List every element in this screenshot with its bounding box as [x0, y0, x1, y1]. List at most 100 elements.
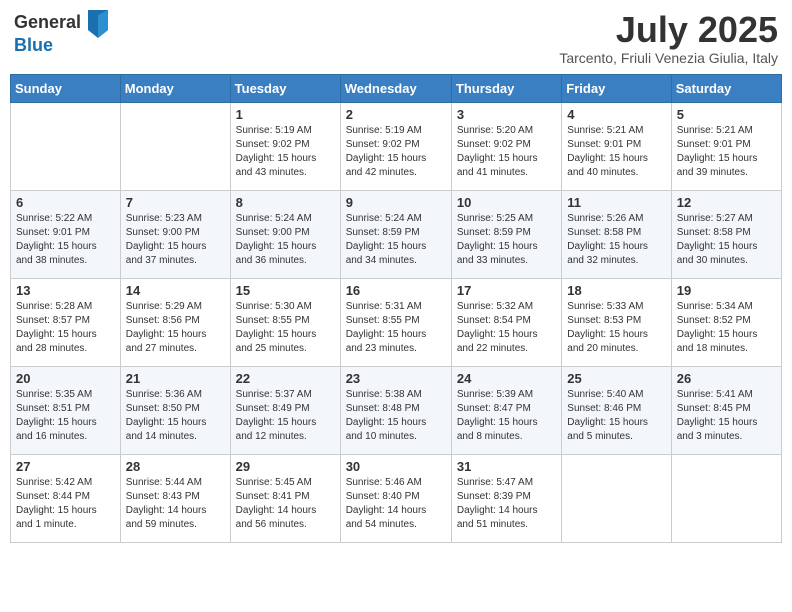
week-row-5: 27 Sunrise: 5:42 AM Sunset: 8:44 PM Dayli…: [11, 454, 782, 542]
day-number: 7: [126, 195, 225, 210]
calendar-cell: 19 Sunrise: 5:34 AM Sunset: 8:52 PM Dayli…: [671, 278, 781, 366]
calendar-cell: 12Sunrise: 5:27 AM Sunset: 8:58 PM Dayli…: [671, 190, 781, 278]
logo-icon: [88, 10, 108, 38]
day-info: Sunrise: 5:44 AM Sunset: 8:43 PM Dayligh…: [126, 476, 225, 532]
day-number: 10: [457, 195, 556, 210]
day-number: 6: [16, 195, 115, 210]
calendar-cell: 27 Sunrise: 5:42 AM Sunset: 8:44 PM Dayli…: [11, 454, 121, 542]
day-info: Sunrise: 5:47 AM Sunset: 8:39 PM Dayligh…: [457, 476, 556, 532]
logo-general: General: [14, 10, 108, 38]
day-number: 20: [16, 371, 115, 386]
calendar-cell: 22 Sunrise: 5:37 AM Sunset: 8:49 PM Dayli…: [230, 366, 340, 454]
day-info: Sunrise: 5:23 AM Sunset: 9:00 PM Dayligh…: [126, 212, 225, 268]
logo-general-label: General: [14, 12, 81, 32]
day-info: Sunrise: 5:29 AM Sunset: 8:56 PM Dayligh…: [126, 300, 225, 356]
day-number: 8: [236, 195, 335, 210]
calendar-cell: 26 Sunrise: 5:41 AM Sunset: 8:45 PM Dayli…: [671, 366, 781, 454]
calendar-cell: 11 Sunrise: 5:26 AM Sunset: 8:58 PM Dayli…: [562, 190, 671, 278]
day-info: Sunrise: 5:31 AM Sunset: 8:55 PM Dayligh…: [346, 300, 446, 356]
day-info: Sunrise: 5:39 AM Sunset: 8:47 PM Dayligh…: [457, 388, 556, 444]
day-number: 22: [236, 371, 335, 386]
week-row-1: 1 Sunrise: 5:19 AM Sunset: 9:02 PM Daylig…: [11, 102, 782, 190]
calendar-cell: 16Sunrise: 5:31 AM Sunset: 8:55 PM Dayli…: [340, 278, 451, 366]
day-number: 28: [126, 459, 225, 474]
calendar-cell: 31 Sunrise: 5:47 AM Sunset: 8:39 PM Dayli…: [451, 454, 561, 542]
day-number: 24: [457, 371, 556, 386]
calendar-cell: 25 Sunrise: 5:40 AM Sunset: 8:46 PM Dayli…: [562, 366, 671, 454]
day-info: Sunrise: 5:20 AM Sunset: 9:02 PM Dayligh…: [457, 124, 556, 180]
day-number: 15: [236, 283, 335, 298]
calendar-header-row: SundayMondayTuesdayWednesdayThursdayFrid…: [11, 74, 782, 102]
calendar-cell: [120, 102, 230, 190]
col-header-sunday: Sunday: [11, 74, 121, 102]
calendar-cell: 2Sunrise: 5:19 AM Sunset: 9:02 PM Daylig…: [340, 102, 451, 190]
day-info: Sunrise: 5:40 AM Sunset: 8:46 PM Dayligh…: [567, 388, 665, 444]
day-number: 9: [346, 195, 446, 210]
col-header-friday: Friday: [562, 74, 671, 102]
day-info: Sunrise: 5:35 AM Sunset: 8:51 PM Dayligh…: [16, 388, 115, 444]
calendar-cell: 10 Sunrise: 5:25 AM Sunset: 8:59 PM Dayli…: [451, 190, 561, 278]
col-header-saturday: Saturday: [671, 74, 781, 102]
day-info: Sunrise: 5:34 AM Sunset: 8:52 PM Dayligh…: [677, 300, 776, 356]
day-number: 25: [567, 371, 665, 386]
calendar-cell: 29Sunrise: 5:45 AM Sunset: 8:41 PM Dayli…: [230, 454, 340, 542]
day-number: 26: [677, 371, 776, 386]
calendar-cell: 4 Sunrise: 5:21 AM Sunset: 9:01 PM Daylig…: [562, 102, 671, 190]
day-number: 14: [126, 283, 225, 298]
week-row-4: 20 Sunrise: 5:35 AM Sunset: 8:51 PM Dayli…: [11, 366, 782, 454]
calendar-cell: 6 Sunrise: 5:22 AM Sunset: 9:01 PM Daylig…: [11, 190, 121, 278]
day-number: 21: [126, 371, 225, 386]
day-info: Sunrise: 5:21 AM Sunset: 9:01 PM Dayligh…: [567, 124, 665, 180]
logo-text: General Blue: [14, 10, 108, 56]
col-header-tuesday: Tuesday: [230, 74, 340, 102]
day-info: Sunrise: 5:45 AM Sunset: 8:41 PM Dayligh…: [236, 476, 335, 532]
calendar-cell: 28 Sunrise: 5:44 AM Sunset: 8:43 PM Dayli…: [120, 454, 230, 542]
location-subtitle: Tarcento, Friuli Venezia Giulia, Italy: [559, 50, 778, 66]
day-number: 30: [346, 459, 446, 474]
day-info: Sunrise: 5:42 AM Sunset: 8:44 PM Dayligh…: [16, 476, 115, 532]
day-info: Sunrise: 5:30 AM Sunset: 8:55 PM Dayligh…: [236, 300, 335, 356]
calendar-cell: 1 Sunrise: 5:19 AM Sunset: 9:02 PM Daylig…: [230, 102, 340, 190]
day-number: 31: [457, 459, 556, 474]
day-info: Sunrise: 5:33 AM Sunset: 8:53 PM Dayligh…: [567, 300, 665, 356]
day-number: 27: [16, 459, 115, 474]
day-number: 23: [346, 371, 446, 386]
day-info: Sunrise: 5:46 AM Sunset: 8:40 PM Dayligh…: [346, 476, 446, 532]
day-number: 4: [567, 107, 665, 122]
day-number: 12: [677, 195, 776, 210]
day-number: 18: [567, 283, 665, 298]
col-header-wednesday: Wednesday: [340, 74, 451, 102]
calendar-cell: 3 Sunrise: 5:20 AM Sunset: 9:02 PM Daylig…: [451, 102, 561, 190]
day-info: Sunrise: 5:41 AM Sunset: 8:45 PM Dayligh…: [677, 388, 776, 444]
day-number: 3: [457, 107, 556, 122]
calendar-cell: [562, 454, 671, 542]
day-info: Sunrise: 5:37 AM Sunset: 8:49 PM Dayligh…: [236, 388, 335, 444]
calendar-cell: 7 Sunrise: 5:23 AM Sunset: 9:00 PM Daylig…: [120, 190, 230, 278]
week-row-2: 6 Sunrise: 5:22 AM Sunset: 9:01 PM Daylig…: [11, 190, 782, 278]
day-info: Sunrise: 5:26 AM Sunset: 8:58 PM Dayligh…: [567, 212, 665, 268]
calendar-cell: [671, 454, 781, 542]
calendar-cell: 9 Sunrise: 5:24 AM Sunset: 8:59 PM Daylig…: [340, 190, 451, 278]
day-number: 1: [236, 107, 335, 122]
day-info: Sunrise: 5:22 AM Sunset: 9:01 PM Dayligh…: [16, 212, 115, 268]
day-info: Sunrise: 5:25 AM Sunset: 8:59 PM Dayligh…: [457, 212, 556, 268]
day-info: Sunrise: 5:19 AM Sunset: 9:02 PM Dayligh…: [346, 124, 446, 180]
logo-blue-label: Blue: [14, 36, 108, 56]
calendar-cell: [11, 102, 121, 190]
calendar-cell: 5Sunrise: 5:21 AM Sunset: 9:01 PM Daylig…: [671, 102, 781, 190]
day-info: Sunrise: 5:21 AM Sunset: 9:01 PM Dayligh…: [677, 124, 776, 180]
day-number: 11: [567, 195, 665, 210]
calendar-cell: 13Sunrise: 5:28 AM Sunset: 8:57 PM Dayli…: [11, 278, 121, 366]
day-number: 13: [16, 283, 115, 298]
day-info: Sunrise: 5:24 AM Sunset: 8:59 PM Dayligh…: [346, 212, 446, 268]
calendar-cell: 15 Sunrise: 5:30 AM Sunset: 8:55 PM Dayli…: [230, 278, 340, 366]
day-number: 19: [677, 283, 776, 298]
logo: General Blue: [14, 10, 108, 56]
day-info: Sunrise: 5:19 AM Sunset: 9:02 PM Dayligh…: [236, 124, 335, 180]
calendar-table: SundayMondayTuesdayWednesdayThursdayFrid…: [10, 74, 782, 543]
calendar-cell: 17Sunrise: 5:32 AM Sunset: 8:54 PM Dayli…: [451, 278, 561, 366]
calendar-cell: 8Sunrise: 5:24 AM Sunset: 9:00 PM Daylig…: [230, 190, 340, 278]
day-info: Sunrise: 5:38 AM Sunset: 8:48 PM Dayligh…: [346, 388, 446, 444]
day-number: 17: [457, 283, 556, 298]
col-header-monday: Monday: [120, 74, 230, 102]
